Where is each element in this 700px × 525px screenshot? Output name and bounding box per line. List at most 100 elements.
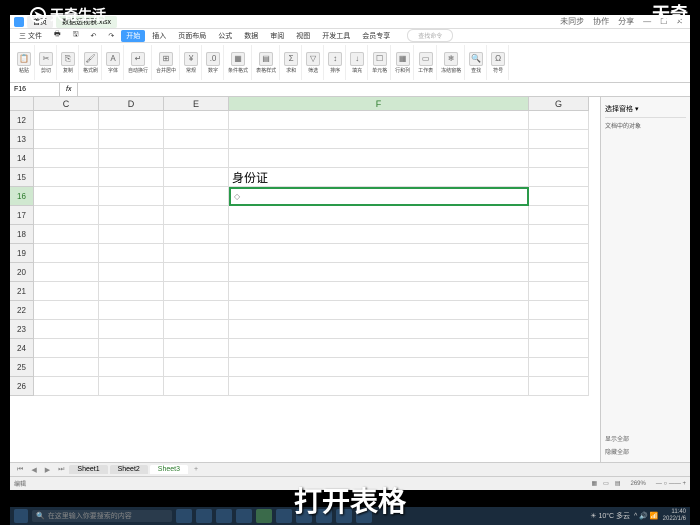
- row-header-12[interactable]: 12: [10, 111, 34, 130]
- row-header-14[interactable]: 14: [10, 149, 34, 168]
- col-header-G[interactable]: G: [529, 97, 589, 111]
- cell-E21[interactable]: [164, 282, 229, 301]
- cell-C20[interactable]: [34, 263, 99, 282]
- cell-C21[interactable]: [34, 282, 99, 301]
- cell-E20[interactable]: [164, 263, 229, 282]
- task-icon-5[interactable]: [256, 509, 272, 523]
- cell-C22[interactable]: [34, 301, 99, 320]
- menu-file[interactable]: 三 文件: [14, 30, 47, 42]
- row-header-24[interactable]: 24: [10, 339, 34, 358]
- cell-G25[interactable]: [529, 358, 589, 377]
- share-button[interactable]: 分享: [615, 16, 637, 27]
- view-normal-icon[interactable]: ▦: [591, 480, 597, 487]
- zoom-slider[interactable]: — ○ —— +: [656, 481, 686, 487]
- cell-G26[interactable]: [529, 377, 589, 396]
- task-icon-1[interactable]: [176, 509, 192, 523]
- panel-hide-all[interactable]: 隐藏全部: [605, 445, 686, 458]
- cell-D12[interactable]: [99, 111, 164, 130]
- ribbon-row-col[interactable]: ▦行和列: [392, 45, 414, 80]
- cell-G17[interactable]: [529, 206, 589, 225]
- cell-F14[interactable]: [229, 149, 529, 168]
- cell-C15[interactable]: [34, 168, 99, 187]
- panel-show-all[interactable]: 显示全部: [605, 432, 686, 445]
- taskbar-search[interactable]: 🔍 在这里输入你要搜索的内容: [32, 510, 172, 522]
- cell-D19[interactable]: [99, 244, 164, 263]
- cell-D15[interactable]: [99, 168, 164, 187]
- start-button[interactable]: [14, 509, 28, 523]
- cell-C16[interactable]: [34, 187, 99, 206]
- row-header-25[interactable]: 25: [10, 358, 34, 377]
- ribbon-wrap[interactable]: ↵自动换行: [125, 45, 152, 80]
- ribbon-cell[interactable]: ☐单元格: [369, 45, 391, 80]
- cell-E13[interactable]: [164, 130, 229, 149]
- cell-F20[interactable]: [229, 263, 529, 282]
- cell-F25[interactable]: [229, 358, 529, 377]
- cell-G16[interactable]: [529, 187, 589, 206]
- menu-print-icon[interactable]: 🖶: [49, 29, 66, 42]
- row-header-17[interactable]: 17: [10, 206, 34, 225]
- cell-E14[interactable]: [164, 149, 229, 168]
- collab-button[interactable]: 协作: [590, 16, 612, 27]
- cell-D14[interactable]: [99, 149, 164, 168]
- sheet-tab-2[interactable]: Sheet2: [110, 465, 148, 474]
- menu-member[interactable]: 会员专享: [357, 30, 395, 42]
- menu-formula[interactable]: 公式: [213, 30, 237, 42]
- cell-F18[interactable]: [229, 225, 529, 244]
- cell-C19[interactable]: [34, 244, 99, 263]
- cell-D24[interactable]: [99, 339, 164, 358]
- ribbon-number-format[interactable]: ¥常规: [181, 45, 202, 80]
- cell-C17[interactable]: [34, 206, 99, 225]
- menu-insert[interactable]: 插入: [147, 30, 171, 42]
- add-sheet-button[interactable]: +: [190, 466, 202, 473]
- ribbon-cut[interactable]: ✂剪切: [36, 45, 57, 80]
- cell-G12[interactable]: [529, 111, 589, 130]
- ribbon-sheet[interactable]: ▭工作表: [415, 45, 437, 80]
- row-header-20[interactable]: 20: [10, 263, 34, 282]
- cell-F19[interactable]: [229, 244, 529, 263]
- view-page-icon[interactable]: ▭: [603, 480, 609, 487]
- sheet-nav-last[interactable]: ⏭: [55, 466, 67, 474]
- cell-F15[interactable]: 身份证: [229, 168, 529, 187]
- cell-F16[interactable]: ◇: [229, 187, 529, 206]
- cell-F26[interactable]: [229, 377, 529, 396]
- ribbon-font[interactable]: A字体: [103, 45, 124, 80]
- cell-E26[interactable]: [164, 377, 229, 396]
- task-icon-4[interactable]: [236, 509, 252, 523]
- cell-G20[interactable]: [529, 263, 589, 282]
- sheet-nav-first[interactable]: ⏮: [14, 466, 26, 474]
- cell-E18[interactable]: [164, 225, 229, 244]
- cell-E25[interactable]: [164, 358, 229, 377]
- panel-title[interactable]: 选择窗格 ▾: [605, 101, 686, 118]
- ribbon-paste[interactable]: 📋粘贴: [14, 45, 35, 80]
- system-tray[interactable]: ^ 🔊 📶: [634, 512, 659, 520]
- ribbon-merge[interactable]: ⊞合并居中: [153, 45, 180, 80]
- col-header-C[interactable]: C: [34, 97, 99, 111]
- ribbon-freeze[interactable]: ❄冻结窗格: [438, 45, 465, 80]
- cell-E22[interactable]: [164, 301, 229, 320]
- cell-G23[interactable]: [529, 320, 589, 339]
- cell-D26[interactable]: [99, 377, 164, 396]
- ribbon-find[interactable]: 🔍查找: [466, 45, 487, 80]
- cell-E23[interactable]: [164, 320, 229, 339]
- cell-C18[interactable]: [34, 225, 99, 244]
- row-header-13[interactable]: 13: [10, 130, 34, 149]
- cell-C26[interactable]: [34, 377, 99, 396]
- menu-dev-tools[interactable]: 开发工具: [317, 30, 355, 42]
- cell-C13[interactable]: [34, 130, 99, 149]
- cell-F24[interactable]: [229, 339, 529, 358]
- row-header-26[interactable]: 26: [10, 377, 34, 396]
- sheet-nav-prev[interactable]: ◀: [28, 466, 39, 474]
- cell-F12[interactable]: [229, 111, 529, 130]
- cell-G21[interactable]: [529, 282, 589, 301]
- menu-review[interactable]: 审阅: [265, 30, 289, 42]
- menu-data[interactable]: 数据: [239, 30, 263, 42]
- cell-C14[interactable]: [34, 149, 99, 168]
- ribbon-number[interactable]: .0数字: [203, 45, 224, 80]
- ribbon-filter[interactable]: ▽筛选: [303, 45, 324, 80]
- row-header-18[interactable]: 18: [10, 225, 34, 244]
- cell-E15[interactable]: [164, 168, 229, 187]
- command-search[interactable]: 查找命令: [407, 29, 453, 42]
- cell-D20[interactable]: [99, 263, 164, 282]
- cell-G15[interactable]: [529, 168, 589, 187]
- col-header-E[interactable]: E: [164, 97, 229, 111]
